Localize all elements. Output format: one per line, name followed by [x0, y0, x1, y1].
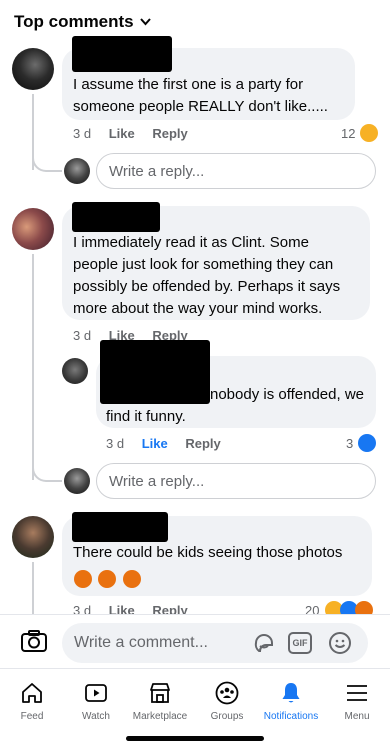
tab-notifications[interactable]: Notifications [259, 669, 323, 729]
menu-icon [347, 685, 367, 701]
emoji-icon[interactable] [328, 631, 352, 660]
reaction-count[interactable]: 12 [341, 126, 355, 141]
reply-input[interactable]: Write a reply... [96, 463, 376, 499]
comment-input[interactable]: Write a comment... GIF [62, 623, 368, 663]
watch-icon [85, 684, 107, 702]
redacted-name [100, 340, 210, 404]
reply-button[interactable]: Reply [152, 126, 187, 141]
comment-composer: Write a comment... GIF [0, 614, 390, 670]
tab-menu[interactable]: Menu [325, 669, 389, 729]
reply-input[interactable]: Write a reply... [96, 153, 376, 189]
redacted-name [72, 202, 160, 232]
avatar[interactable] [64, 158, 90, 184]
reaction-count[interactable]: 3 [346, 436, 353, 451]
tab-watch[interactable]: Watch [64, 669, 128, 729]
avatar[interactable] [12, 208, 54, 250]
marketplace-icon [150, 683, 170, 703]
comment-text: There could be kids seeing those photos [73, 544, 343, 561]
header: Top comments [0, 0, 390, 44]
angry-emoji-icon [98, 570, 117, 588]
thread-line [32, 562, 34, 614]
emoji-row [74, 570, 141, 593]
sort-label[interactable]: Top comments [14, 12, 134, 32]
reply-actions: 3 d Like Reply [106, 436, 235, 451]
sticker-icon[interactable] [252, 631, 276, 660]
timestamp: 3 d [106, 436, 125, 451]
gif-icon[interactable]: GIF [288, 632, 312, 654]
tab-marketplace[interactable]: Marketplace [128, 669, 192, 729]
tab-bar: Feed Watch Marketplace Groups Notificati… [0, 668, 390, 728]
bell-icon [282, 683, 300, 703]
redacted-name [72, 36, 172, 72]
reply-button[interactable]: Reply [185, 436, 220, 451]
like-button[interactable]: Like [109, 126, 135, 141]
groups-icon [215, 681, 239, 705]
avatar[interactable] [62, 358, 88, 384]
tab-feed[interactable]: Feed [0, 669, 64, 729]
timestamp: 3 d [73, 328, 92, 343]
redacted-name [72, 512, 168, 542]
angry-emoji-icon [74, 570, 92, 588]
home-indicator [126, 736, 264, 741]
comment-text: I assume the first one is a party for so… [73, 76, 328, 115]
thread-connector [32, 458, 62, 482]
reply-text: nobody is offended, we [210, 386, 365, 403]
like-button[interactable]: Like [142, 436, 168, 451]
comment-actions: 3 d Like Reply [73, 126, 202, 141]
like-reaction-icon [358, 434, 376, 452]
camera-icon[interactable] [20, 629, 48, 658]
avatar[interactable] [64, 468, 90, 494]
tab-groups[interactable]: Groups [195, 669, 259, 729]
thread-line [32, 254, 34, 480]
reply-text: find it funny. [106, 408, 186, 425]
home-icon [22, 683, 42, 703]
comment-text: I immediately read it as Clint. Some peo… [73, 234, 341, 317]
avatar[interactable] [12, 48, 54, 90]
avatar[interactable] [12, 516, 54, 558]
angry-emoji-icon [122, 570, 141, 588]
thread-connector [32, 150, 62, 172]
haha-reaction-icon [360, 124, 378, 142]
chevron-down-icon[interactable] [140, 14, 151, 29]
timestamp: 3 d [73, 126, 92, 141]
